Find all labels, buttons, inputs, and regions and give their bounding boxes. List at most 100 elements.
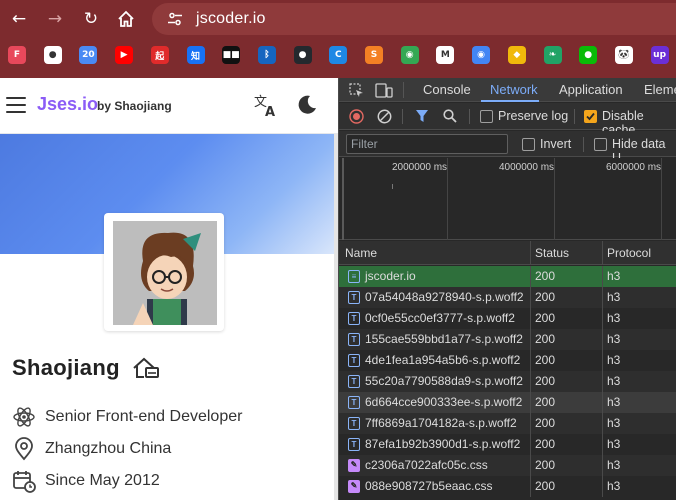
request-status: 200 <box>535 290 556 304</box>
moon-icon[interactable] <box>295 93 319 117</box>
profile-role: Senior Front-end Developer <box>45 408 243 425</box>
info-role-row: Senior Front-end Developer <box>12 405 242 429</box>
timeline-label: 4000000 ms <box>499 162 555 173</box>
url-text[interactable]: jscoder.io <box>196 10 266 28</box>
gmail-icon[interactable]: M <box>436 46 455 64</box>
request-status: 200 <box>535 416 556 430</box>
tab-application[interactable]: Application <box>559 78 623 102</box>
timeline-label: 2000000 ms <box>392 162 448 173</box>
active-tab-indicator <box>481 100 539 102</box>
address-row: ← → ↻ jscoder.io <box>0 0 676 38</box>
request-status: 200 <box>535 353 556 367</box>
info-location-row: Zhangzhou China <box>12 437 171 461</box>
font-file-icon: T <box>348 333 360 346</box>
table-row[interactable]: ✎ 088e908727b5eaac.css 200 h3 <box>339 476 676 497</box>
table-row[interactable]: ≡ jscoder.io 200 h3 <box>339 266 676 287</box>
tab-console[interactable]: Console <box>423 78 471 102</box>
preserve-log-checkbox[interactable] <box>480 110 493 123</box>
request-name: 07a54048a9278940-s.p.woff2 <box>365 290 524 304</box>
font-file-icon: T <box>348 312 360 325</box>
site-byline: by Shaojiang <box>97 99 172 113</box>
stackoverflow-icon[interactable]: S <box>365 46 383 64</box>
tab-network[interactable]: Network <box>490 78 538 102</box>
font-file-icon: T <box>348 354 360 367</box>
youtube-icon[interactable]: ▶ <box>115 46 134 64</box>
column-name[interactable]: Name <box>345 241 377 265</box>
invert-label: Invert <box>540 137 572 151</box>
profile-name: Shaojiang <box>12 355 120 380</box>
panda-icon[interactable]: 🐼 <box>614 46 633 64</box>
clear-icon[interactable] <box>377 109 392 124</box>
forward-arrow-icon[interactable]: → <box>43 7 67 31</box>
request-table-header: Name Status Protocol <box>339 241 676 265</box>
address-bar[interactable]: jscoder.io <box>152 3 676 35</box>
request-protocol: h3 <box>607 416 621 430</box>
dots-icon[interactable]: ■■ <box>222 46 241 64</box>
request-protocol: h3 <box>607 332 621 346</box>
tab-elements[interactable]: Eleme <box>644 78 676 102</box>
menu-icon[interactable] <box>6 97 26 113</box>
column-status[interactable]: Status <box>535 241 569 265</box>
inspect-element-icon[interactable] <box>349 83 364 98</box>
request-protocol: h3 <box>607 353 621 367</box>
profile-location: Zhangzhou China <box>45 440 172 457</box>
record-icon[interactable] <box>349 109 364 124</box>
avatar <box>113 221 217 325</box>
upwork-icon[interactable]: up <box>650 46 669 64</box>
network-overview-timeline[interactable]: 2000000 ms 4000000 ms 6000000 ms <box>339 158 676 240</box>
zhihu-icon[interactable]: 知 <box>186 46 205 64</box>
table-row[interactable]: T 07a54048a9278940-s.p.woff2 200 h3 <box>339 287 676 308</box>
request-protocol: h3 <box>607 311 621 325</box>
table-row[interactable]: T 6d664cce900333ee-s.p.woff2 200 h3 <box>339 392 676 413</box>
disable-cache-checkbox[interactable] <box>584 110 597 123</box>
column-protocol[interactable]: Protocol <box>607 241 651 265</box>
github-icon[interactable]: ● <box>293 46 312 64</box>
translate-icon[interactable]: 文 A <box>253 92 279 118</box>
site-brand[interactable]: Jses.io <box>37 94 98 115</box>
search-icon[interactable] <box>443 109 457 123</box>
request-status: 200 <box>535 374 556 388</box>
app-icon[interactable]: 起 <box>150 46 169 64</box>
filter-input[interactable]: Filter <box>346 134 508 154</box>
site-info-icon[interactable] <box>164 8 186 30</box>
binance-icon[interactable]: ◆ <box>507 46 526 64</box>
home-button-icon[interactable] <box>114 7 138 31</box>
chrome2-icon[interactable]: ◉ <box>472 46 491 64</box>
browser-chrome: ← → ↻ jscoder.io F ● 20 ▶ 起知 ■■ ᛒ ● C S ◉ M ◉ ◆ ❧ ● 🐼 up <box>0 0 676 78</box>
request-status: 200 <box>535 332 556 346</box>
table-row[interactable]: T 87efa1b92b3900d1-s.p.woff2 200 h3 <box>339 434 676 455</box>
site-header: Jses.io by Shaojiang 文 A <box>0 78 338 134</box>
filter-bar: Filter Invert Hide data U <box>339 131 676 165</box>
request-name: 088e908727b5eaac.css <box>365 479 493 493</box>
figma-icon[interactable]: F <box>8 46 26 64</box>
request-status: 200 <box>535 458 556 472</box>
chrome-icon[interactable]: ◉ <box>400 46 419 64</box>
table-row[interactable]: ✎ c2306a7022afc05c.css 200 h3 <box>339 455 676 476</box>
bookmarks-bar: F ● 20 ▶ 起知 ■■ ᛒ ● C S ◉ M ◉ ◆ ❧ ● 🐼 up <box>0 42 676 72</box>
reload-icon[interactable]: ↻ <box>79 7 103 31</box>
globe-icon[interactable]: ● <box>43 46 62 64</box>
table-row[interactable]: T 4de1fea1a954a5b6-s.p.woff2 200 h3 <box>339 350 676 371</box>
back-arrow-icon[interactable]: ← <box>7 7 31 31</box>
request-status: 200 <box>535 269 556 283</box>
device-toolbar-icon[interactable] <box>375 83 393 98</box>
request-name: jscoder.io <box>365 269 416 283</box>
calendar-icon[interactable]: 20 <box>79 46 98 64</box>
filter-funnel-icon[interactable] <box>415 109 429 123</box>
request-status: 200 <box>535 395 556 409</box>
table-row[interactable]: T 55c20a7790588da9-s.p.woff2 200 h3 <box>339 371 676 392</box>
edge-icon[interactable]: C <box>329 46 348 64</box>
hide-data-urls-checkbox[interactable] <box>594 138 607 151</box>
wechat-icon[interactable]: ● <box>579 46 598 64</box>
info-since-row: Since May 2012 <box>12 469 160 493</box>
request-protocol: h3 <box>607 395 621 409</box>
table-row[interactable]: T 7ff6869a1704182a-s.p.woff2 200 h3 <box>339 413 676 434</box>
invert-checkbox[interactable] <box>522 138 535 151</box>
table-row[interactable]: T 0cf0e55cc0ef3777-s.p.woff2 200 h3 <box>339 308 676 329</box>
bluetooth-icon[interactable]: ᛒ <box>257 46 276 64</box>
svg-text:A: A <box>265 105 275 118</box>
request-protocol: h3 <box>607 458 621 472</box>
leaf-icon[interactable]: ❧ <box>543 46 562 64</box>
table-row[interactable]: T 155cae559bbd1a77-s.p.woff2 200 h3 <box>339 329 676 350</box>
avatar-card <box>104 213 224 331</box>
